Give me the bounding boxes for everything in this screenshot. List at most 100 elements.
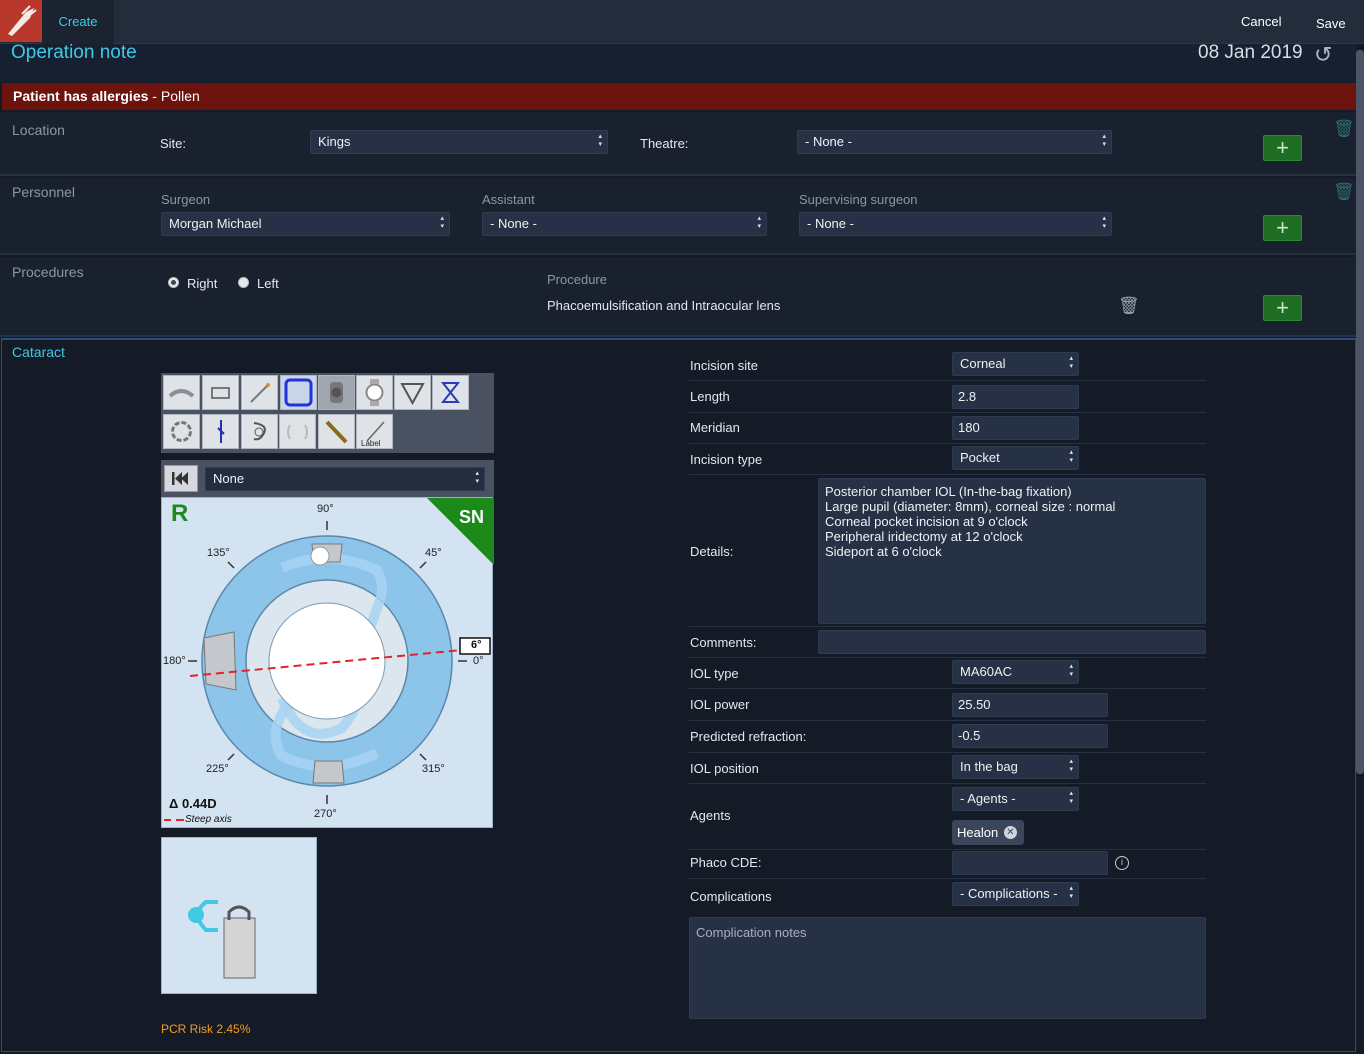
eye-left-label: Left xyxy=(257,276,279,291)
tool-iris-hooks[interactable] xyxy=(163,414,200,449)
cancel-button[interactable]: Cancel xyxy=(1241,14,1281,29)
tool-capsular-tension-ring[interactable] xyxy=(279,414,316,449)
supervising-surgeon-select[interactable]: - None - xyxy=(799,212,1112,236)
details-line: Peripheral iridectomy at 12 o'clock xyxy=(825,529,1023,544)
skip-back-icon xyxy=(172,472,188,485)
assistant-label: Assistant xyxy=(482,192,535,207)
eye-diagram[interactable]: R SN 90° 135° 45° 180° 0° 225° 315° 270°… xyxy=(161,497,494,828)
astigmatism-value: Δ 0.44D xyxy=(169,796,217,811)
iol-power-input[interactable]: 25.50 xyxy=(952,693,1108,717)
allergy-separator: - xyxy=(148,88,161,104)
reset-diagram-button[interactable] xyxy=(164,465,198,492)
predicted-refraction-input[interactable]: -0.5 xyxy=(952,724,1108,748)
comments-label: Comments: xyxy=(690,635,757,650)
steep-axis-legend: Steep axis xyxy=(185,814,232,825)
procedures-heading: Procedures xyxy=(12,264,84,280)
angle-90-label: 90° xyxy=(317,503,334,515)
row-divider xyxy=(689,878,1206,879)
allergy-value: Pollen xyxy=(160,88,200,104)
top-bar xyxy=(0,0,1364,44)
tool-scleral-incision[interactable] xyxy=(202,375,239,410)
theatre-select[interactable]: - None - xyxy=(797,130,1112,154)
diagram-preset-select[interactable]: None xyxy=(205,467,485,491)
details-textarea[interactable]: Posterior chamber IOL (In-the-bag fixati… xyxy=(818,478,1206,624)
eye-left-radio[interactable] xyxy=(238,277,249,288)
phaco-cde-input[interactable] xyxy=(952,851,1108,875)
theatre-label: Theatre: xyxy=(640,136,689,151)
details-line: Posterior chamber IOL (In-the-bag fixati… xyxy=(825,484,1072,499)
assistant-select[interactable]: - None - xyxy=(482,212,767,236)
complications-select[interactable]: - Complications - xyxy=(952,882,1079,906)
tool-corneal-incision[interactable] xyxy=(163,375,200,410)
procedures-section xyxy=(0,257,1356,337)
procedure-column-header: Procedure xyxy=(547,272,607,287)
eye-right-radio[interactable] xyxy=(168,277,179,288)
comments-input[interactable] xyxy=(818,630,1206,654)
details-label: Details: xyxy=(690,544,734,559)
meridian-input[interactable]: 180 xyxy=(952,416,1079,440)
info-icon[interactable]: i xyxy=(1115,856,1129,870)
incision-site-select[interactable]: Corneal xyxy=(952,352,1079,376)
site-select[interactable]: Kings xyxy=(310,130,608,154)
eye-side-letter: R xyxy=(171,500,189,527)
length-label: Length xyxy=(690,389,730,404)
incision-type-label: Incision type xyxy=(690,452,763,467)
row-divider xyxy=(689,657,1206,658)
length-input[interactable]: 2.8 xyxy=(952,385,1079,409)
add-procedure-button[interactable]: + xyxy=(1263,295,1302,321)
operation-date: 08 Jan 2019 xyxy=(1198,42,1303,63)
trash-icon[interactable]: 🗑 xyxy=(1333,119,1355,139)
tool-suture[interactable] xyxy=(202,414,239,449)
procedure-name: Phacoemulsification and Intraocular lens xyxy=(547,298,781,313)
complication-notes-textarea[interactable]: Complication notes xyxy=(689,917,1206,1019)
incision-type-select[interactable]: Pocket xyxy=(952,446,1079,470)
incision-site-label: Incision site xyxy=(690,358,758,373)
tool-needle[interactable] xyxy=(241,375,278,410)
tool-cannula[interactable] xyxy=(318,414,355,449)
add-personnel-button[interactable]: + xyxy=(1263,215,1302,241)
details-line: Corneal pocket incision at 9 o'clock xyxy=(825,514,1028,529)
iol-type-label: IOL type xyxy=(690,666,739,681)
agent-chip[interactable]: Healon ✕ xyxy=(952,820,1024,845)
tool-pupil-stretch[interactable] xyxy=(241,414,278,449)
agents-select[interactable]: - Agents - xyxy=(952,787,1079,811)
agents-label: Agents xyxy=(690,808,731,823)
agent-chip-label: Healon xyxy=(957,825,999,840)
surgeon-position-diagram[interactable] xyxy=(161,837,317,994)
save-button[interactable]: Save xyxy=(1316,16,1346,31)
row-divider xyxy=(689,626,1206,627)
remove-chip-icon[interactable]: ✕ xyxy=(1004,826,1017,839)
tool-phaco-probe[interactable] xyxy=(318,375,355,410)
row-divider xyxy=(689,412,1206,413)
angle-270-label: 270° xyxy=(314,808,337,820)
trash-icon[interactable]: 🗑 xyxy=(1333,182,1355,202)
personnel-heading: Personnel xyxy=(12,184,76,200)
iol-position-select[interactable]: In the bag xyxy=(952,755,1079,779)
details-line: Large pupil (diameter: 8mm), corneal siz… xyxy=(825,499,1116,514)
row-divider xyxy=(689,720,1206,721)
site-label: Site: xyxy=(160,136,187,151)
page-scrollbar[interactable] xyxy=(1356,50,1364,774)
app-logo[interactable] xyxy=(0,0,42,42)
iol-type-select[interactable]: MA60AC xyxy=(952,660,1079,684)
add-location-button[interactable]: + xyxy=(1263,135,1302,161)
tool-iridectomy[interactable] xyxy=(394,375,431,410)
allergy-banner: Patient has allergies - Pollen xyxy=(2,83,1356,110)
location-heading: Location xyxy=(12,122,65,138)
page-title: Operation note xyxy=(11,42,137,63)
page-header xyxy=(0,44,1356,82)
angle-45-label: 45° xyxy=(425,547,442,559)
surgeon-select[interactable]: Morgan Michael xyxy=(161,212,450,236)
tool-hourglass[interactable] xyxy=(432,375,469,410)
undo-icon[interactable]: ↺ xyxy=(1314,42,1332,68)
row-divider xyxy=(689,688,1206,689)
iol-position-label: IOL position xyxy=(690,761,759,776)
create-tab[interactable]: Create xyxy=(42,0,114,44)
eye-right-label: Right xyxy=(187,276,218,291)
tool-label[interactable]: Label xyxy=(356,414,393,449)
angle-135-label: 135° xyxy=(207,547,230,559)
delete-procedure-icon[interactable]: 🗑 xyxy=(1118,296,1140,316)
tool-capsulorhexis[interactable] xyxy=(280,375,317,410)
predicted-refraction-label: Predicted refraction: xyxy=(690,729,807,744)
tool-iol[interactable] xyxy=(356,375,393,410)
